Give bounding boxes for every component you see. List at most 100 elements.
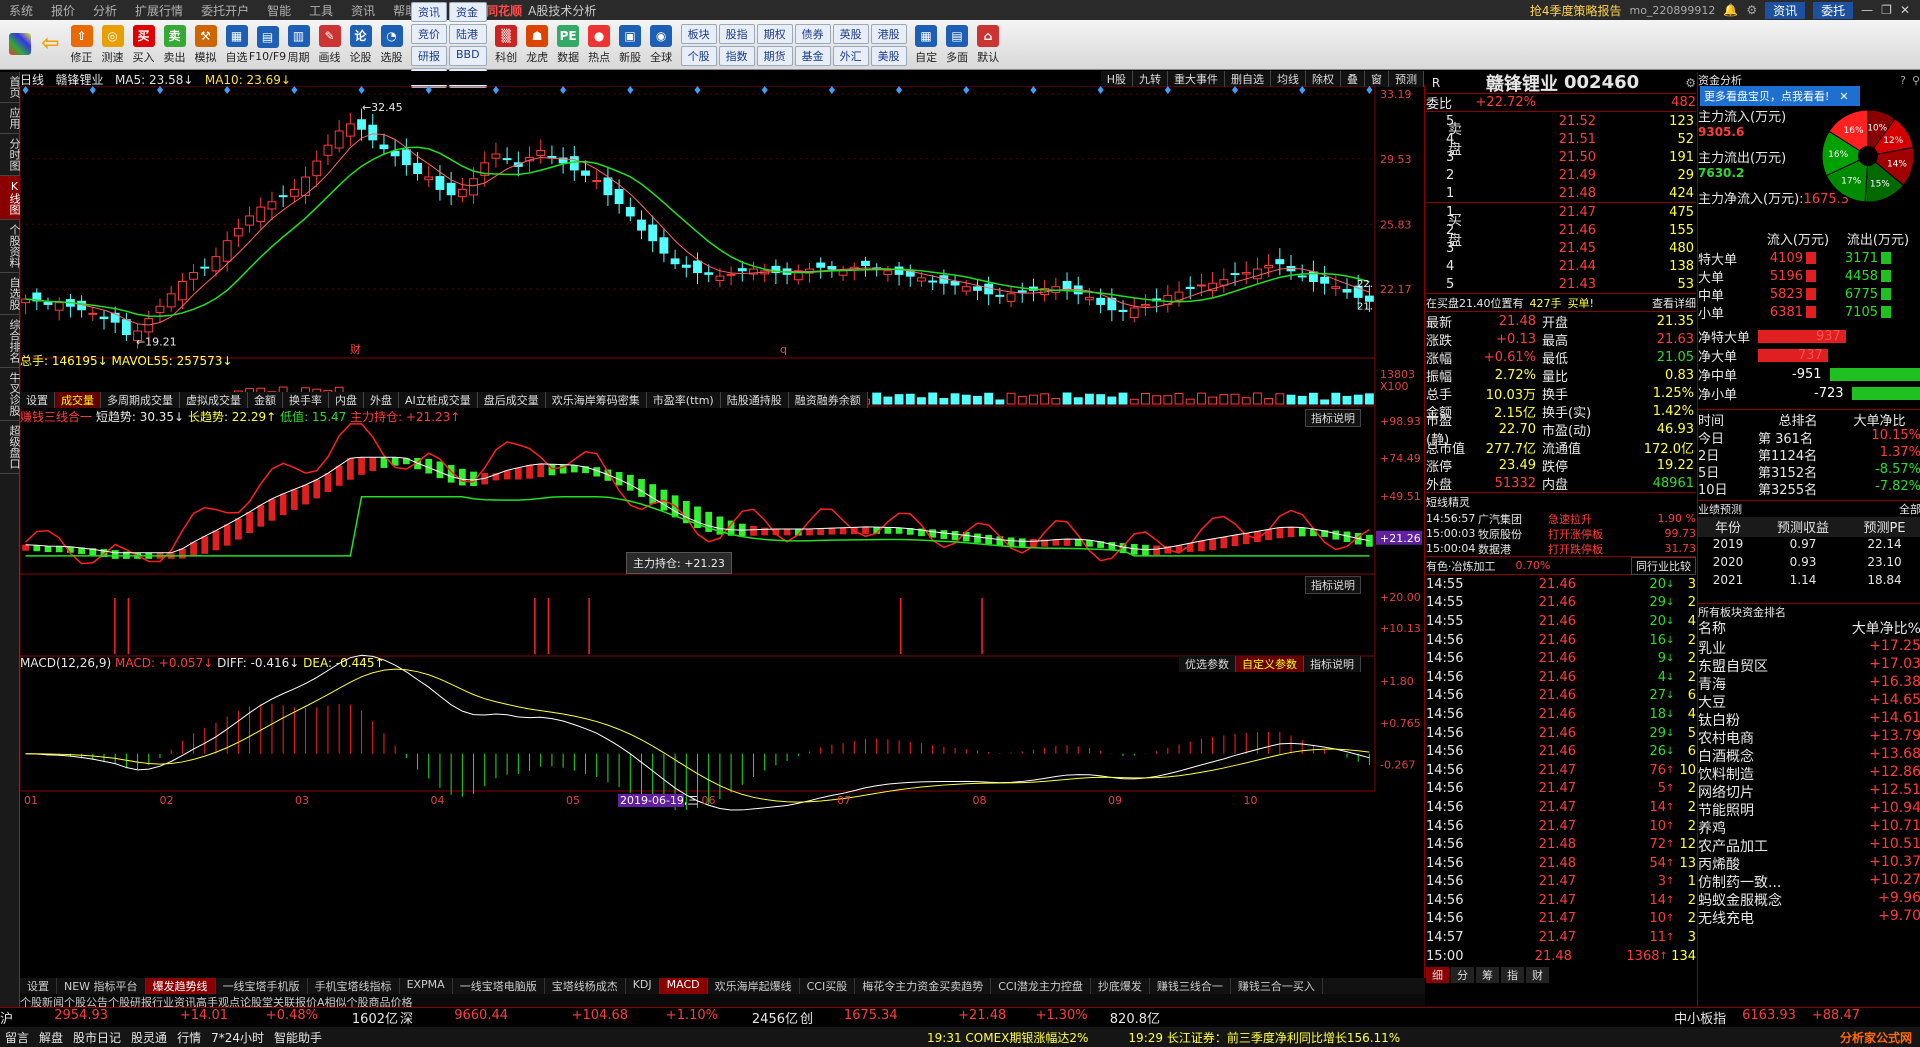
- tick-list[interactable]: 14:55 21.46 20 ↓ 3 14:55 21.46 29 ↓ 2 14:55 21.46 20…: [1426, 575, 1696, 965]
- toolbar-button[interactable]: ◎ 测速: [97, 22, 128, 68]
- kline-top-tab[interactable]: 窗: [1365, 71, 1389, 87]
- volume-tab[interactable]: AI立桩成交量: [399, 392, 478, 408]
- toolbar-tab-button[interactable]: 债券: [794, 23, 831, 44]
- toolbar-button[interactable]: PE 数据: [553, 22, 584, 68]
- left-nav-item[interactable]: 超级盘口: [0, 421, 21, 474]
- sector-rank-row[interactable]: 乳业 +17.25: [1698, 638, 1920, 657]
- volume-tab[interactable]: 成交量: [55, 392, 101, 408]
- menu-item[interactable]: 资讯: [342, 2, 384, 19]
- menu-item[interactable]: 委托开户: [192, 2, 258, 19]
- toolbar-button[interactable]: ▤ 多面: [942, 22, 973, 68]
- indicator-tab[interactable]: CCI潜龙主力控盘: [991, 978, 1091, 994]
- news-tab[interactable]: 个股研报: [108, 994, 152, 1009]
- book-row[interactable]: 4 21.44 138: [1426, 257, 1696, 275]
- back-button[interactable]: ⇦: [35, 22, 66, 68]
- menu-item[interactable]: 分析: [84, 2, 126, 19]
- volume-tab[interactable]: 金额: [248, 392, 283, 408]
- status-link[interactable]: 行情: [172, 1029, 206, 1046]
- news-ticker-1[interactable]: 19:31 COMEX期银涨幅达2%: [927, 1029, 1088, 1046]
- book-row[interactable]: 1 21.47 475: [1426, 203, 1696, 221]
- indicator-tab[interactable]: 一线宝塔手机版: [216, 978, 308, 994]
- kline-top-tab[interactable]: 叠: [1341, 71, 1365, 87]
- volume-tab[interactable]: 陆股通持股: [720, 392, 789, 408]
- status-link[interactable]: 股灵通: [126, 1029, 172, 1046]
- ind2-help-button[interactable]: 指标说明: [1305, 576, 1361, 594]
- tick-tab[interactable]: 分: [1451, 967, 1474, 984]
- sector-rank-row[interactable]: 饮料制造 +12.86: [1698, 764, 1920, 783]
- indicator-tab[interactable]: EXPMA: [400, 978, 453, 994]
- toolbar-tab-button[interactable]: 资金: [449, 1, 487, 22]
- toolbar-tab-button[interactable]: 个股: [680, 45, 717, 66]
- left-nav-item[interactable]: 自选股: [0, 273, 21, 315]
- book-row[interactable]: 2 21.49 29: [1426, 166, 1696, 184]
- sector-rank-row[interactable]: 大豆 +14.65: [1698, 692, 1920, 711]
- queue-detail-link[interactable]: 查看详细: [1652, 295, 1696, 311]
- sector-rank-row[interactable]: 蚂蚁金服概念 +9.96: [1698, 890, 1920, 909]
- indicator-tab[interactable]: 梅花令主力资金买卖趋势: [855, 978, 992, 994]
- toolbar-button[interactable]: ✎ 画线: [314, 22, 345, 68]
- macd-button[interactable]: 自定义参数: [1236, 656, 1304, 672]
- zx-index[interactable]: 中小板指 6163.93 +88.47: [1674, 1008, 1920, 1027]
- book-row[interactable]: 5 21.52 123: [1426, 112, 1696, 130]
- volume-tab[interactable]: 盘后成交量: [477, 392, 546, 408]
- indicator-tab[interactable]: 手机宝塔线指标: [308, 978, 400, 994]
- trade-button[interactable]: 委托: [1813, 1, 1854, 19]
- settings-icon[interactable]: ⚙: [1685, 76, 1696, 90]
- volume-tab[interactable]: 市盈率(ttm): [646, 392, 721, 408]
- indicator-tab[interactable]: 抄底爆发: [1091, 978, 1150, 994]
- news-tab[interactable]: 高手观点: [196, 994, 240, 1009]
- sector-rank-row[interactable]: 丙烯酸 +10.37: [1698, 854, 1920, 873]
- toolbar-button[interactable]: ⚒ 模拟: [190, 22, 221, 68]
- menu-item[interactable]: 智能: [258, 2, 300, 19]
- status-link[interactable]: 留言: [0, 1029, 34, 1046]
- tick-tab[interactable]: 指: [1501, 967, 1524, 984]
- toolbar-button[interactable]: ☗ 龙虎: [522, 22, 553, 68]
- sector-rank-row[interactable]: 农村电商 +13.79: [1698, 728, 1920, 747]
- indicator-tab[interactable]: 赚钱三线合一: [1150, 978, 1231, 994]
- toolbar-tab-button[interactable]: BBD: [449, 45, 487, 66]
- news-tab[interactable]: 个股新闻: [20, 994, 64, 1009]
- forecast-all-button[interactable]: 全部: [1899, 501, 1920, 517]
- toolbar-button[interactable]: ▣ 新股: [615, 22, 646, 68]
- volume-tab[interactable]: 换手率: [283, 392, 329, 408]
- promo-banner[interactable]: 更多看盘宝贝，点我看看! ✕: [1700, 86, 1860, 106]
- toolbar-button[interactable]: ▤ F10/F9: [249, 22, 286, 68]
- sector-rank-row[interactable]: 东盟自贸区 +17.03: [1698, 656, 1920, 675]
- sector-rank-row[interactable]: 网络切片 +12.51: [1698, 782, 1920, 801]
- left-nav-item[interactable]: 首页: [0, 72, 21, 103]
- volume-tab[interactable]: 欢乐海岸筹码密集: [545, 392, 647, 408]
- book-row[interactable]: 5 21.43 53: [1426, 275, 1696, 293]
- toolbar-button[interactable]: ◉ 全球: [646, 22, 677, 68]
- toolbar-tab-button[interactable]: 板块: [680, 23, 717, 44]
- status-link[interactable]: 股市日记: [68, 1029, 126, 1046]
- toolbar-tab-button[interactable]: 期权: [756, 23, 793, 44]
- tick-tab[interactable]: 财: [1526, 967, 1549, 984]
- news-ticker-2[interactable]: 19:29 长江证券：前三季度净利同比增长156.11%: [1128, 1029, 1400, 1046]
- index-item[interactable]: 深 9660.44 +104.68 +1.10% 2456亿: [400, 1008, 800, 1027]
- sector-rank-row[interactable]: 无线充电 +9.70: [1698, 908, 1920, 927]
- volume-tab[interactable]: 设置: [20, 392, 55, 408]
- gear-icon[interactable]: ⚙: [1746, 3, 1757, 17]
- kline-top-tab[interactable]: 除权: [1306, 71, 1341, 87]
- news-tab[interactable]: 个股公告: [64, 994, 108, 1009]
- kline-top-tab[interactable]: 删自选: [1225, 71, 1271, 87]
- news-tab[interactable]: 论股堂: [240, 994, 273, 1009]
- toolbar-tab-button[interactable]: 指数: [718, 45, 755, 66]
- sector-label[interactable]: 有色·冶炼加工: [1426, 558, 1496, 574]
- toolbar-button[interactable]: ▥ 周期: [283, 22, 314, 68]
- macd-button[interactable]: 指标说明: [1304, 656, 1361, 672]
- dx-row[interactable]: 15:00:04 数据港 打开跌停板 31.73: [1426, 541, 1696, 556]
- indicator-tab[interactable]: 赚钱三合一买入: [1231, 978, 1323, 994]
- news-tab[interactable]: A相似个股: [317, 994, 369, 1009]
- sector-rank-row[interactable]: 农产品加工 +10.51: [1698, 836, 1920, 855]
- book-row[interactable]: 3 21.50 191: [1426, 148, 1696, 166]
- news-tab[interactable]: 关联报价: [273, 994, 317, 1009]
- maximize-icon[interactable]: ❐: [1881, 3, 1892, 17]
- tick-tab[interactable]: 细: [1426, 967, 1449, 984]
- kline-top-tab[interactable]: 均线: [1271, 71, 1306, 87]
- sector-rank-row[interactable]: 钛白粉 +14.61: [1698, 710, 1920, 729]
- toolbar-button[interactable]: ● 热点: [584, 22, 615, 68]
- kline-top-tab[interactable]: H股: [1100, 71, 1133, 87]
- tick-tab[interactable]: 筹: [1476, 967, 1499, 984]
- menu-item[interactable]: 工具: [300, 2, 342, 19]
